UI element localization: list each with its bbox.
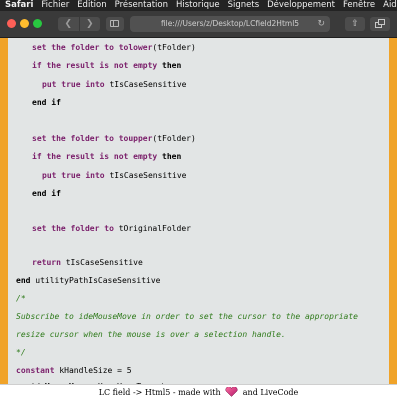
- menu-fenetre[interactable]: Fenêtre: [339, 0, 379, 11]
- code-token: (tFolder): [152, 43, 196, 52]
- reload-icon[interactable]: ↻: [317, 16, 325, 32]
- code-token: constant: [16, 366, 60, 375]
- code-token: tOriginalFolder: [118, 224, 191, 233]
- code-line: resize cursor when the mouse is over a s…: [16, 329, 286, 341]
- menu-historique[interactable]: Historique: [172, 0, 224, 11]
- code-line: /*: [16, 293, 26, 305]
- address-bar[interactable]: file:///Users/z/Desktop/LCfield2Html5 ↻: [130, 16, 330, 32]
- code-token: tIsCaseSensitive: [109, 80, 187, 89]
- code-line: set the folder to toupper(tFolder): [32, 133, 196, 145]
- minimize-window-button[interactable]: [20, 19, 29, 28]
- code-line: put true into tIsCaseSensitive: [42, 170, 187, 182]
- code-token: resize cursor when the mouse is over a s…: [16, 330, 286, 339]
- code-token: then: [162, 152, 182, 161]
- chevron-left-icon[interactable]: ❮: [58, 17, 79, 31]
- code-line: end if: [32, 97, 61, 109]
- menu-safari[interactable]: Safari: [0, 0, 37, 11]
- code-line: */: [16, 347, 26, 359]
- code-line: set the folder to tOriginalFolder: [32, 223, 191, 235]
- share-icon[interactable]: ⇧: [345, 17, 365, 31]
- menu-edition[interactable]: Édition: [73, 0, 110, 11]
- menu-signets[interactable]: Signets: [224, 0, 264, 11]
- code-field: set the folder to tolower(tFolder) if the…: [8, 38, 389, 384]
- code-token: end if: [32, 98, 61, 107]
- code-token: if the result is not empty: [32, 152, 163, 161]
- code-token: end: [16, 276, 36, 285]
- code-token: tIsCaseSensitive: [109, 171, 187, 180]
- code-token: set the folder to toupper: [32, 134, 153, 143]
- menu-developpement[interactable]: Développement: [263, 0, 339, 11]
- code-token: tIsCaseSensitive: [65, 258, 143, 267]
- code-token: put true into: [42, 171, 110, 180]
- footer-text-before: LC field -> Html5 - made with: [98, 388, 221, 397]
- code-token: set the folder to: [32, 224, 119, 233]
- tabs-overview-icon[interactable]: [370, 17, 390, 31]
- menu-fichier[interactable]: Fichier: [37, 0, 73, 11]
- code-line: Subscribe to ideMouseMove in order to se…: [16, 311, 358, 323]
- sidebar-icon: [110, 20, 119, 27]
- code-token: /*: [16, 294, 26, 303]
- close-window-button[interactable]: [7, 19, 16, 28]
- code-line: if the result is not empty then: [32, 151, 181, 163]
- code-line: put true into tIsCaseSensitive: [42, 79, 187, 91]
- code-token: kHandleSize = 5: [59, 366, 132, 375]
- code-token: then: [162, 61, 182, 70]
- heart-icon: [225, 387, 238, 397]
- browser-toolbar: ❮ ❯ file:///Users/z/Desktop/LCfield2Html…: [0, 11, 397, 38]
- footer-text-after: and LiveCode: [242, 388, 299, 397]
- code-token: utilityPathIsCaseSensitive: [35, 276, 161, 285]
- code-line: end utilityPathIsCaseSensitive: [16, 275, 161, 287]
- code-line: if the result is not empty then: [32, 60, 181, 72]
- code-token: return: [32, 258, 66, 267]
- code-line: set the folder to tolower(tFolder): [32, 42, 196, 54]
- menu-aide[interactable]: Aide: [379, 0, 397, 11]
- url-text: file:///Users/z/Desktop/LCfield2Html5: [160, 19, 300, 28]
- code-line: return tIsCaseSensitive: [32, 257, 143, 269]
- fullscreen-window-button[interactable]: [33, 19, 42, 28]
- footer: LC field -> Html5 - made with and LiveCo…: [0, 384, 397, 401]
- code-line: end if: [32, 188, 61, 200]
- code-token: Subscribe to ideMouseMove in order to se…: [16, 312, 358, 321]
- code-token: (tFolder): [152, 134, 196, 143]
- code-token: set the folder to tolower: [32, 43, 153, 52]
- code-token: end if: [32, 189, 61, 198]
- page-content: set the folder to tolower(tFolder) if the…: [0, 38, 397, 384]
- menu-bar: Safari Fichier Édition Présentation Hist…: [0, 0, 397, 11]
- chevron-right-icon[interactable]: ❯: [78, 17, 101, 31]
- menu-presentation[interactable]: Présentation: [111, 0, 172, 11]
- code-line: constant kHandleSize = 5: [16, 365, 132, 377]
- sidebar-toggle-button[interactable]: [106, 17, 124, 31]
- code-token: put true into: [42, 80, 110, 89]
- code-token: */: [16, 348, 26, 357]
- navigation-buttons: ❮ ❯: [58, 17, 100, 31]
- code-token: if the result is not empty: [32, 61, 163, 70]
